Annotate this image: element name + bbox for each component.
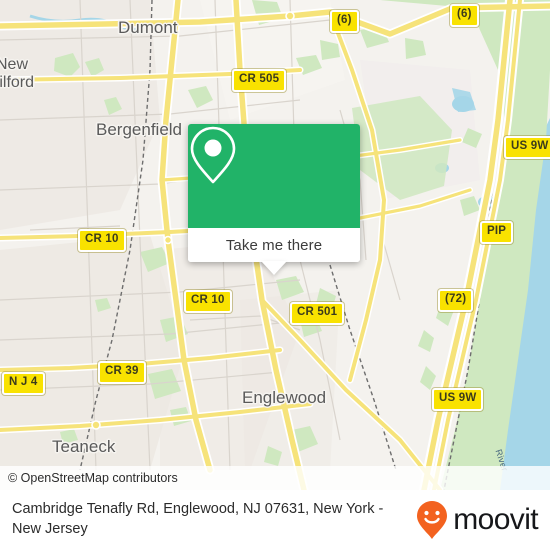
road-shield: US 9W (432, 388, 484, 411)
osm-attribution-text[interactable]: © OpenStreetMap contributors (0, 471, 178, 485)
road-shield: CR 10 (184, 290, 232, 313)
map-attribution-bar: © OpenStreetMap contributors (0, 466, 550, 490)
map-canvas[interactable]: DumontNewMilfordBergenfieldEnglewoodTean… (0, 0, 550, 490)
moovit-wordmark: moovit (453, 503, 538, 536)
road-shield: N J 4 (2, 372, 45, 395)
road-shield: CR 10 (78, 229, 126, 252)
moovit-smiley-pin-icon (417, 501, 448, 539)
road-shield: (72) (438, 289, 474, 312)
road-shield: CR 505 (232, 69, 287, 92)
map-screenshot: DumontNewMilfordBergenfieldEnglewoodTean… (0, 0, 550, 550)
location-popup-card[interactable]: Take me there (188, 124, 360, 275)
footer-bar: Cambridge Tenafly Rd, Englewood, NJ 0763… (0, 490, 550, 550)
road-shield: US 9W (504, 136, 550, 159)
popup-action-row[interactable]: Take me there (188, 228, 360, 262)
moovit-brand[interactable]: moovit (415, 500, 539, 540)
popup-pointer (261, 261, 287, 275)
road-shield: (6) (330, 10, 359, 33)
road-shield: PIP (480, 221, 514, 244)
road-shield: CR 501 (290, 302, 345, 325)
road-shield: (6) (450, 4, 479, 27)
popup-header (188, 124, 360, 228)
take-me-there-label: Take me there (225, 236, 323, 254)
map-pin-icon (190, 126, 236, 184)
location-address-text: Cambridge Tenafly Rd, Englewood, NJ 0763… (12, 501, 384, 537)
road-shield: CR 39 (98, 361, 146, 384)
